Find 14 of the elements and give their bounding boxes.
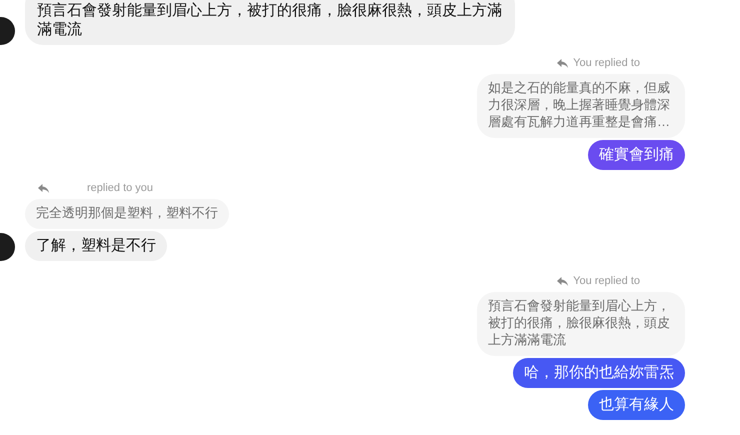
quoted-message[interactable]: 預言石會發射能量到眉心上方，被打的很痛，臉很麻很熱，頭皮上方滿滿電流 — [477, 292, 685, 356]
message-bubble: 也算有緣人 — [588, 390, 685, 420]
reply-icon — [557, 277, 568, 286]
reply-icon — [557, 59, 568, 68]
reply-label: You replied to — [573, 275, 640, 288]
message-bubble: 哈，那你的也給妳雷炁 — [513, 358, 685, 388]
reply-icon — [38, 184, 49, 193]
quoted-message[interactable]: 如是之石的能量真的不麻，但威力很深層，晚上握著睡覺身體深層處有瓦解力道再重整是會痛… — [477, 74, 685, 138]
reply-label: You replied to — [573, 57, 640, 70]
message-bubble: 預言石會發射能量到眉心上方，被打的很痛，臉很麻很熱，頭皮上方滿滿電流 — [25, 0, 515, 45]
message-bubble: 了解，塑料是不行 — [25, 231, 167, 261]
quoted-message[interactable]: 完全透明那個是塑料，塑料不行 — [25, 199, 229, 229]
reply-label: replied to you — [87, 182, 154, 195]
message-bubble: 確實會到痛 — [588, 140, 685, 170]
